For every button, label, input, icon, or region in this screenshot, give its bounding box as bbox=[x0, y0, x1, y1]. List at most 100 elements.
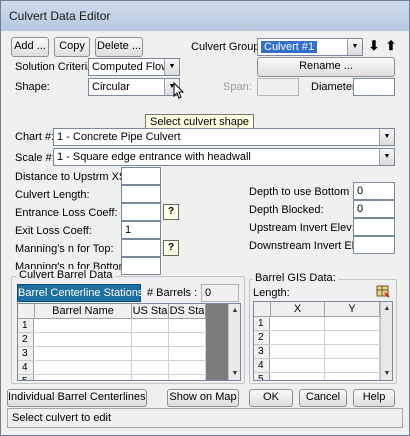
entrance-loss-input[interactable] bbox=[121, 203, 161, 221]
entrance-loss-help-icon[interactable]: ? bbox=[163, 204, 179, 220]
span-input[interactable] bbox=[257, 78, 299, 96]
chevron-down-icon: ▼ bbox=[164, 59, 179, 75]
shape-select[interactable]: Circular ▼ bbox=[88, 78, 180, 96]
barrel-name-header[interactable]: Barrel Name bbox=[35, 304, 132, 319]
distance-upstream-input[interactable] bbox=[121, 167, 161, 185]
ok-button[interactable]: OK bbox=[249, 389, 293, 407]
table-cell[interactable] bbox=[132, 375, 169, 380]
table-cell[interactable] bbox=[169, 361, 206, 375]
gis-cell[interactable] bbox=[325, 345, 380, 359]
gis-cell[interactable] bbox=[271, 331, 325, 345]
gis-row-header[interactable]: 1 bbox=[254, 317, 270, 331]
table-cell[interactable] bbox=[132, 361, 169, 375]
chart-select[interactable]: 1 - Concrete Pipe Culvert ▼ bbox=[53, 128, 395, 146]
y-header[interactable]: Y bbox=[325, 302, 380, 317]
table-cell[interactable] bbox=[132, 347, 169, 361]
ds-sta-header[interactable]: DS Sta bbox=[169, 304, 206, 319]
gis-row-header[interactable]: 4 bbox=[254, 359, 270, 373]
delete-button[interactable]: Delete ... bbox=[95, 37, 143, 57]
manning-top-help-icon[interactable]: ? bbox=[163, 240, 179, 256]
table-cell[interactable] bbox=[35, 333, 132, 347]
manning-bottom-input[interactable] bbox=[121, 257, 161, 275]
table-row-header[interactable]: 1 bbox=[18, 319, 34, 333]
individual-barrel-centerlines-button[interactable]: Individual Barrel Centerlines ... bbox=[7, 389, 147, 407]
gis-length-label: Length: bbox=[253, 287, 290, 299]
solution-criteria-select[interactable]: Computed Flow Co ▼ bbox=[88, 58, 180, 76]
barrel-centerline-stations-button[interactable]: Barrel Centerline Stations bbox=[17, 284, 143, 302]
table-corner-header bbox=[18, 304, 35, 319]
table-cell[interactable] bbox=[169, 375, 206, 380]
table-edit-icon[interactable] bbox=[376, 284, 390, 298]
gis-data-title: Barrel GIS Data: bbox=[253, 272, 338, 284]
move-down-icon[interactable]: ⬇ bbox=[367, 37, 381, 55]
upstream-invert-label: Upstream Invert Elev: bbox=[249, 222, 355, 234]
downstream-invert-input[interactable] bbox=[353, 236, 395, 254]
table-row-header[interactable]: 2 bbox=[18, 333, 34, 347]
table-cell[interactable] bbox=[35, 361, 132, 375]
gis-cell[interactable] bbox=[325, 373, 380, 380]
gis-cell[interactable] bbox=[271, 373, 325, 380]
culvert-group-select[interactable]: Culvert #1 ▼ bbox=[257, 38, 363, 56]
manning-top-label: Manning's n for Top: bbox=[15, 243, 114, 255]
gis-row-header[interactable]: 2 bbox=[254, 331, 270, 345]
downstream-invert-label: Downstream Invert Elev: bbox=[249, 240, 369, 252]
scale-value: 1 - Square edge entrance with headwall bbox=[57, 151, 251, 163]
solution-criteria-label: Solution Criteria: bbox=[15, 61, 97, 73]
span-label: Span: bbox=[223, 81, 252, 93]
gis-table-scrollbar[interactable]: ▲ ▼ bbox=[380, 302, 392, 380]
table-cell[interactable] bbox=[35, 375, 132, 380]
scroll-up-icon[interactable]: ▲ bbox=[229, 304, 240, 317]
chevron-down-icon: ▼ bbox=[379, 129, 394, 145]
rename-button[interactable]: Rename ... bbox=[257, 57, 395, 77]
gis-cell[interactable] bbox=[325, 317, 380, 331]
copy-button[interactable]: Copy bbox=[54, 37, 90, 57]
scroll-down-icon[interactable]: ▼ bbox=[381, 367, 392, 380]
status-bar: Select culvert to edit bbox=[7, 408, 403, 428]
table-cell[interactable] bbox=[132, 319, 169, 333]
scroll-up-icon[interactable]: ▲ bbox=[381, 302, 392, 315]
table-cell[interactable] bbox=[35, 347, 132, 361]
status-text: Select culvert to edit bbox=[12, 412, 112, 424]
barrel-table-scrollbar[interactable]: ▲ ▼ bbox=[228, 304, 240, 380]
table-cell[interactable] bbox=[169, 319, 206, 333]
scale-select[interactable]: 1 - Square edge entrance with headwall ▼ bbox=[53, 148, 395, 166]
num-barrels-input[interactable]: 0 bbox=[201, 284, 239, 302]
table-cell[interactable] bbox=[169, 347, 206, 361]
move-up-icon[interactable]: ⬆ bbox=[384, 37, 398, 55]
culvert-length-input[interactable] bbox=[121, 185, 161, 203]
gis-row-header[interactable]: 3 bbox=[254, 345, 270, 359]
depth-bottom-n-input[interactable]: 0 bbox=[353, 182, 395, 200]
shape-label: Shape: bbox=[15, 81, 50, 93]
chevron-down-icon: ▼ bbox=[347, 39, 362, 55]
depth-blocked-input[interactable]: 0 bbox=[353, 200, 395, 218]
distance-upstream-label: Distance to Upstrm XS: bbox=[15, 171, 130, 183]
gis-cell[interactable] bbox=[271, 359, 325, 373]
barrel-table[interactable]: Barrel Name US Sta DS Sta 1 2 3 4 5 ▲ ▼ bbox=[17, 303, 241, 381]
table-cell[interactable] bbox=[132, 333, 169, 347]
table-cell[interactable] bbox=[169, 333, 206, 347]
table-row-header[interactable]: 5 bbox=[18, 375, 34, 380]
gis-cell[interactable] bbox=[271, 345, 325, 359]
cancel-button[interactable]: Cancel bbox=[299, 389, 347, 407]
table-cell[interactable] bbox=[35, 319, 132, 333]
upstream-invert-input[interactable] bbox=[353, 218, 395, 236]
scroll-down-icon[interactable]: ▼ bbox=[229, 367, 240, 380]
table-row-header[interactable]: 4 bbox=[18, 361, 34, 375]
us-sta-header[interactable]: US Sta bbox=[132, 304, 169, 319]
culvert-data-editor-window: Culvert Data Editor Add ... Copy Delete … bbox=[0, 0, 410, 436]
exit-loss-input[interactable]: 1 bbox=[121, 221, 161, 239]
gis-cell[interactable] bbox=[271, 317, 325, 331]
manning-top-input[interactable] bbox=[121, 239, 161, 257]
gis-cell[interactable] bbox=[325, 359, 380, 373]
show-on-map-button[interactable]: Show on Map bbox=[167, 389, 239, 407]
gis-row-header[interactable]: 5 bbox=[254, 373, 270, 380]
gis-table[interactable]: X Y 1 2 3 4 5 ▲ ▼ bbox=[253, 301, 393, 381]
x-header[interactable]: X bbox=[271, 302, 325, 317]
add-button[interactable]: Add ... bbox=[11, 37, 49, 57]
diameter-input[interactable] bbox=[353, 78, 395, 96]
barrel-data-title: Culvert Barrel Data bbox=[17, 269, 115, 281]
help-button[interactable]: Help bbox=[353, 389, 395, 407]
gis-cell[interactable] bbox=[325, 331, 380, 345]
table-row-header[interactable]: 3 bbox=[18, 347, 34, 361]
exit-loss-label: Exit Loss Coeff: bbox=[15, 225, 92, 237]
